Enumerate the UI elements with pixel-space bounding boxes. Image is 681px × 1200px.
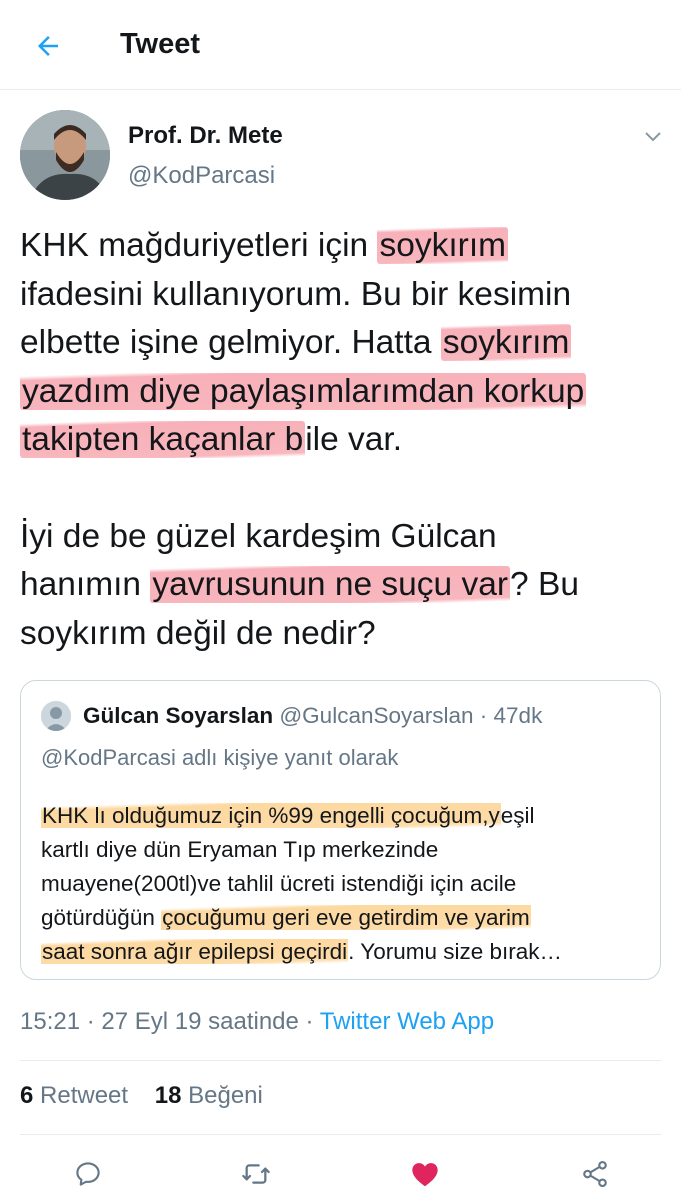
highlight: yavrusunun ne suçu var xyxy=(150,566,511,603)
retweet-icon xyxy=(242,1164,270,1184)
retweet-button[interactable] xyxy=(236,1154,276,1194)
quoted-line: götürdüğün çocuğumu geri eve getirdim ve… xyxy=(41,905,531,930)
share-button[interactable] xyxy=(575,1154,615,1194)
quoted-tweet[interactable]: Gülcan Soyarslan @GulcanSoyarslan · 47dk… xyxy=(20,680,661,980)
chevron-down-icon xyxy=(645,132,661,142)
highlight: çocuğumu geri eve getirdim ve yarim xyxy=(161,905,531,930)
author-handle[interactable]: @KodParcasi xyxy=(128,162,275,190)
quoted-line: KHK lı olduğumuz için %99 engelli çocuğu… xyxy=(41,803,535,828)
tweet-text: KHK mağduriyetleri için soykırım ifadesi… xyxy=(20,222,665,658)
page-title: Tweet xyxy=(120,28,201,60)
share-icon xyxy=(583,1160,607,1188)
tweet-line: yazdım diye paylaşımlarımdan korkup xyxy=(20,368,665,417)
tweet-author: Prof. Dr. Mete @KodParcasi xyxy=(20,110,665,200)
divider xyxy=(20,1134,661,1135)
like-button[interactable] xyxy=(405,1154,445,1194)
reply-button[interactable] xyxy=(68,1154,108,1194)
quoted-avatar xyxy=(41,701,71,731)
tweet-timestamp: 15:21 · 27 Eyl 19 saatinde · Twitter Web… xyxy=(20,1008,495,1035)
tweet-line: hanımın yavrusunun ne suçu var? Bu xyxy=(20,566,579,603)
back-button[interactable] xyxy=(28,26,68,66)
retweet-count-link[interactable]: 6 Retweet xyxy=(20,1082,128,1109)
highlight: soykırım xyxy=(377,227,509,264)
tweet-line: ifadesini kullanıyorum. Bu bir kesimin xyxy=(20,275,572,313)
author-name[interactable]: Prof. Dr. Mete xyxy=(128,122,283,150)
divider xyxy=(20,1060,661,1061)
source-link[interactable]: Twitter Web App xyxy=(320,1008,494,1035)
avatar[interactable] xyxy=(20,110,110,200)
heart-icon xyxy=(412,1163,438,1187)
quoted-line: kartlı diye dün Eryaman Tıp merkezinde xyxy=(41,837,439,862)
quoted-header: Gülcan Soyarslan @GulcanSoyarslan · 47dk xyxy=(83,703,542,729)
reply-context: @KodParcasi adlı kişiye yanıt olarak xyxy=(41,745,399,770)
highlight: yazdım diye paylaşımlarımdan korkup xyxy=(20,372,587,410)
tweet-stats: 6 Retweet 18 Beğeni xyxy=(20,1082,263,1110)
quoted-author-name: Gülcan Soyarslan xyxy=(83,703,274,728)
reply-icon xyxy=(76,1162,100,1186)
more-options-button[interactable] xyxy=(641,124,665,148)
action-bar xyxy=(0,1148,681,1198)
quoted-text: KHK lı olduğumuz için %99 engelli çocuğu… xyxy=(41,799,641,969)
tweet-line: İyi de be güzel kardeşim Gülcan xyxy=(20,517,497,555)
tweet-line: soykırım değil de nedir? xyxy=(20,614,376,652)
tweet-line: KHK mağduriyetleri için soykırım xyxy=(20,227,509,264)
like-count-link[interactable]: 18 Beğeni xyxy=(155,1082,263,1109)
highlight: KHK lı olduğumuz için %99 engelli çocuğu… xyxy=(41,803,501,828)
tweet-line: takipten kaçanlar bile var. xyxy=(20,421,403,458)
highlight: soykırım xyxy=(440,324,572,361)
quoted-meta: @GulcanSoyarslan · 47dk xyxy=(279,703,543,728)
top-bar: Tweet xyxy=(0,0,681,90)
highlight: saat sonra ağır epilepsi geçirdi xyxy=(41,939,349,964)
arrow-left-icon xyxy=(38,36,58,56)
tweet-line: elbette işine gelmiyor. Hatta soykırım xyxy=(20,324,572,361)
quoted-line: muayene(200tl)ve tahlil ücreti istendiği… xyxy=(41,871,517,896)
quoted-line: saat sonra ağır epilepsi geçirdi. Yorumu… xyxy=(41,939,563,964)
highlight: takipten kaçanlar b xyxy=(20,421,306,458)
